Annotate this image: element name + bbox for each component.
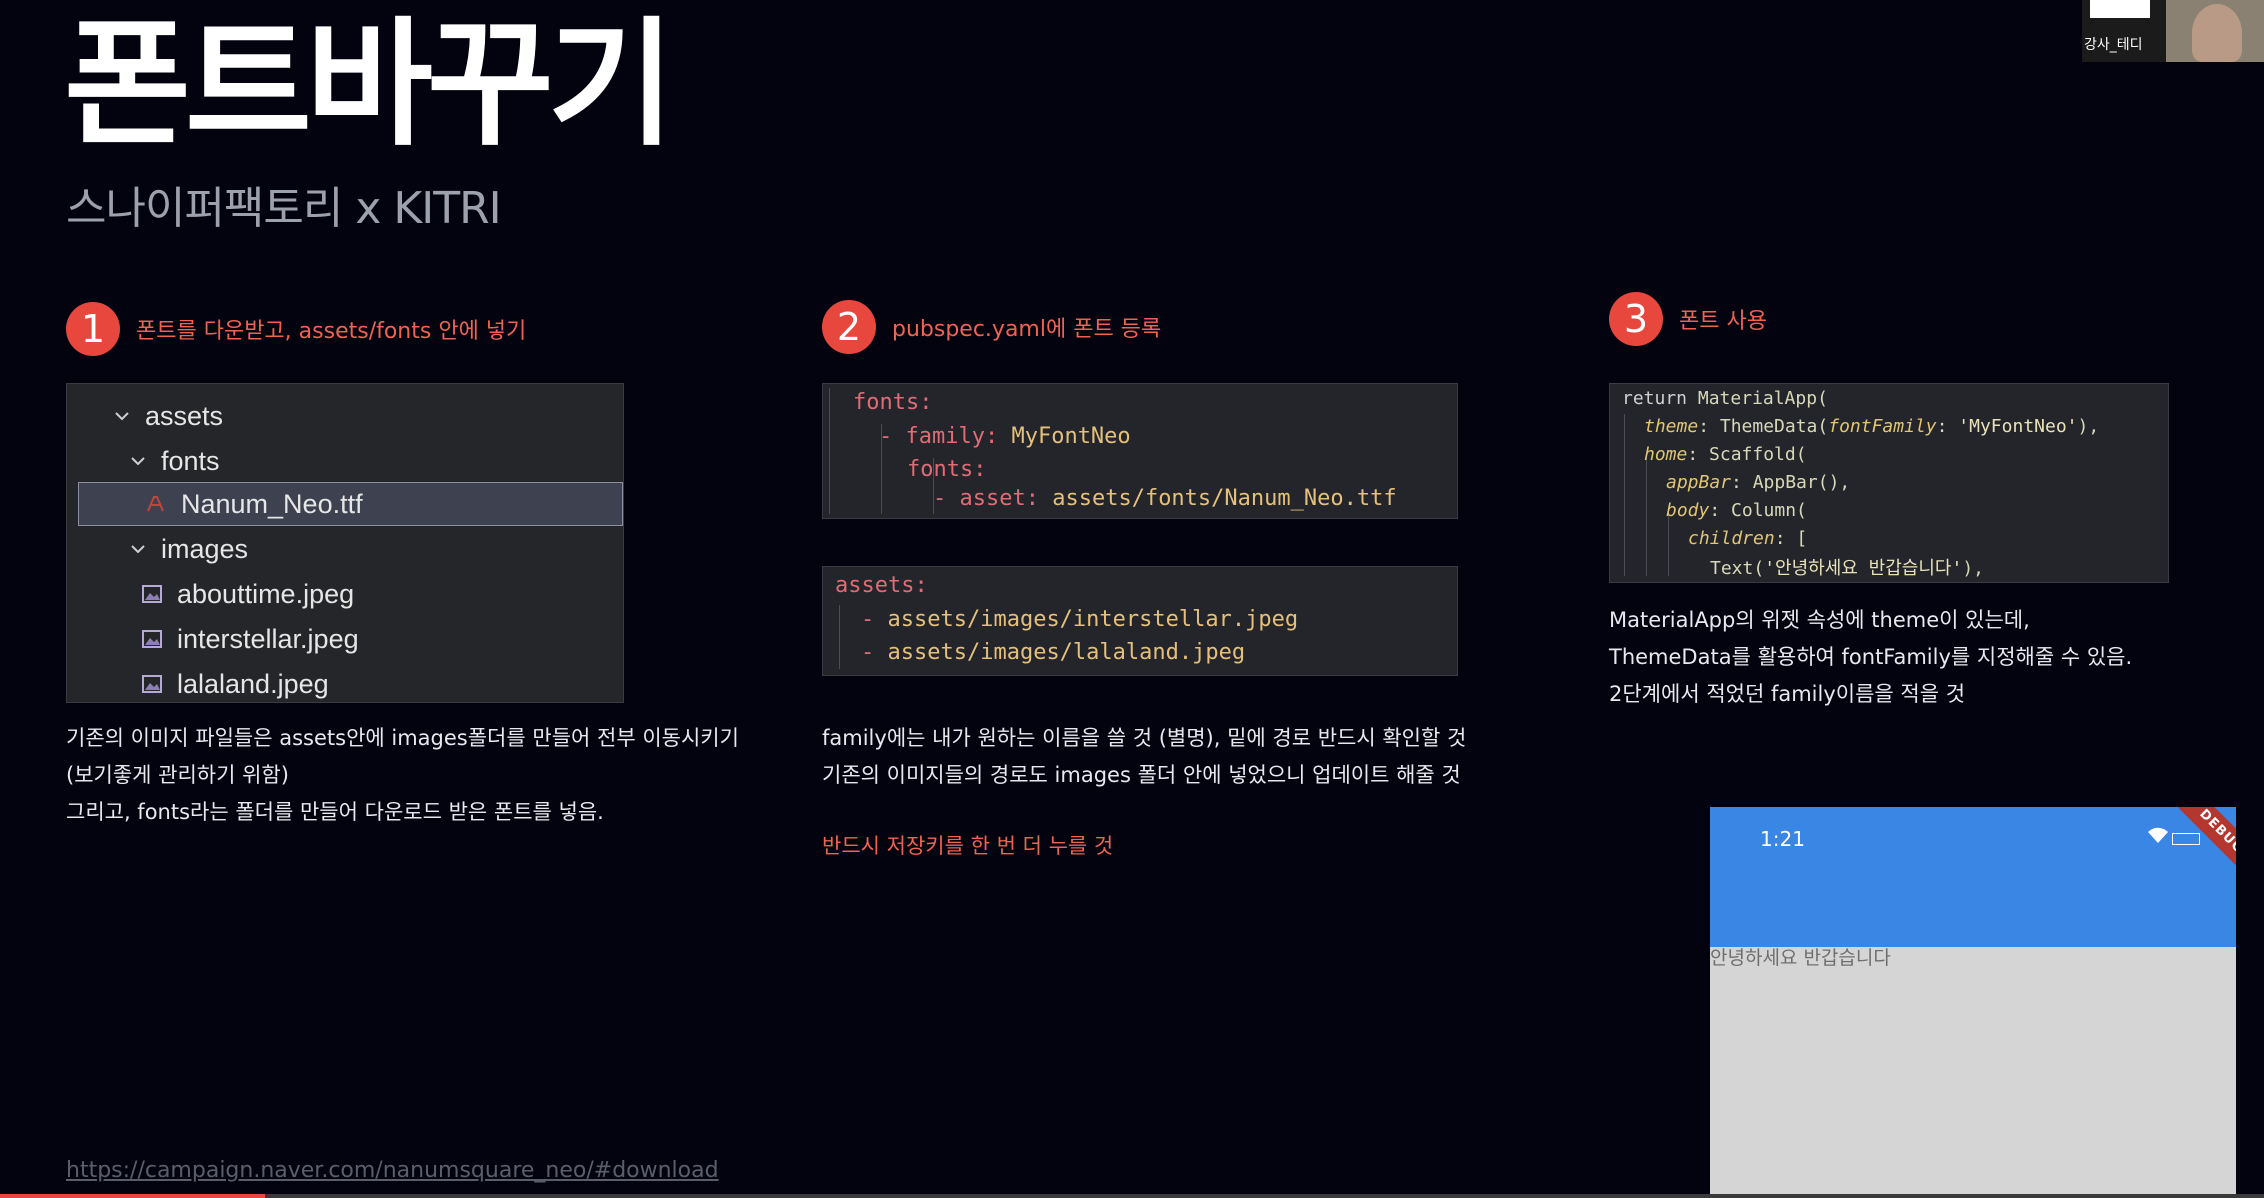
chevron-down-icon (115, 412, 129, 421)
tree-folder-images[interactable]: images (67, 527, 623, 571)
video-progress-fill (0, 1194, 265, 1198)
tree-file-image[interactable]: abouttime.jpeg (67, 572, 623, 616)
font-file-icon (147, 496, 164, 512)
code-text: ), (1962, 558, 1984, 579)
yaml-key: assets: (835, 573, 928, 598)
tree-item-label: assets (145, 400, 224, 431)
webcam-label: 강사_테디 (2084, 37, 2143, 53)
code-text: : Column( (1709, 500, 1807, 521)
yaml-key: fonts: (907, 457, 987, 482)
description-line: 기존의 이미지들의 경로도 images 폴더 안에 넣었으니 업데이트 해줄 … (822, 763, 1461, 787)
tree-folder-fonts[interactable]: fonts (67, 439, 623, 483)
code-key: fontFamily (1828, 416, 1937, 437)
code-text: ), (2077, 416, 2100, 437)
code-string: 'MyFontNeo' (1958, 416, 2078, 437)
app-body-text: 안녕하세요 반갑습니다 (1710, 947, 1891, 969)
page-subtitle: 스나이퍼팩토리 x KITRI (66, 183, 502, 234)
wifi-icon (2148, 827, 2168, 843)
page-title: 폰트바꾸기 (64, 4, 675, 165)
description-line: 그리고, fonts라는 폴더를 만들어 다운로드 받은 폰트를 넣음. (66, 800, 604, 824)
description-line: MaterialApp의 위젯 속성에 theme이 있는데, (1609, 608, 2030, 632)
step-2-header: 2 pubspec.yaml에 폰트 등록 (822, 300, 1161, 354)
code-text: : Scaffold( (1687, 444, 1807, 465)
yaml-key: asset: (959, 486, 1039, 511)
code-class: Text( (1710, 558, 1765, 579)
yaml-value: MyFontNeo (998, 424, 1131, 449)
step-1-header: 1 폰트를 다운받고, assets/fonts 안에 넣기 (66, 302, 526, 356)
tree-item-label: Nanum_Neo.ttf (181, 488, 363, 519)
image-file-icon (142, 630, 162, 648)
yaml-key: fonts: (853, 390, 933, 415)
description-line: (보기좋게 관리하기 위함) (66, 763, 289, 787)
step-title: 폰트 사용 (1679, 309, 1767, 334)
tree-folder-assets[interactable]: assets (67, 394, 623, 438)
tree-item-label: interstellar.jpeg (177, 623, 359, 654)
yaml-dash: - (861, 640, 888, 665)
image-file-icon (142, 675, 162, 693)
tree-file-font[interactable]: Nanum_Neo.ttf (78, 482, 623, 526)
chevron-down-icon (131, 457, 145, 466)
battery-icon (2172, 833, 2200, 845)
image-file-icon (142, 585, 162, 603)
description-line: 기존의 이미지 파일들은 assets안에 images폴더를 만들어 전부 이… (66, 726, 739, 750)
code-key: home (1644, 444, 1688, 465)
code-key: children (1688, 528, 1775, 549)
yaml-dash: - (879, 424, 906, 449)
phone-preview: 1:21 DEBUG 안녕하세요 반갑습니다 (1710, 807, 2236, 1198)
code-text: : AppBar(), (1731, 472, 1851, 493)
step-title: 폰트를 다운받고, assets/fonts 안에 넣기 (136, 319, 527, 344)
yaml-dash: - (933, 486, 960, 511)
chevron-down-icon (131, 545, 145, 554)
yaml-value: assets/images/interstellar.jpeg (887, 607, 1299, 632)
code-text: : ThemeData( (1698, 416, 1829, 437)
yaml-value: assets/fonts/Nanum_Neo.ttf (1038, 486, 1397, 511)
step-title: pubspec.yaml에 폰트 등록 (892, 317, 1162, 342)
tree-item-label: lalaland.jpeg (177, 668, 329, 699)
step-1-description: 기존의 이미지 파일들은 assets안에 images폴더를 만들어 전부 이… (66, 720, 739, 831)
code-block-assets: assets: - assets/images/interstellar.jpe… (822, 566, 1458, 676)
code-string: '안녕하세요 반갑습니다' (1764, 558, 1963, 579)
description-line: 2단계에서 적었던 family이름을 적을 것 (1609, 682, 1966, 706)
step-2-description: family에는 내가 원하는 이름을 쓸 것 (별명), 밑에 경로 반드시 … (822, 720, 1466, 794)
yaml-value: assets/images/lalaland.jpeg (887, 640, 1246, 665)
tree-item-label: fonts (161, 445, 220, 476)
tree-item-label: abouttime.jpeg (177, 578, 355, 609)
description-line: family에는 내가 원하는 이름을 쓸 것 (별명), 밑에 경로 반드시 … (822, 726, 1467, 750)
file-tree: assets fonts Nanum_Neo.ttf images aboutt… (66, 383, 624, 703)
step-number: 3 (1609, 292, 1663, 346)
code-key: appBar (1666, 472, 1732, 493)
code-text: : (1936, 416, 1959, 437)
yaml-dash: - (861, 607, 888, 632)
step-3-header: 3 폰트 사용 (1609, 292, 1767, 346)
tree-item-label: images (161, 533, 249, 564)
logo-shape (2090, 0, 2150, 18)
step-number: 1 (66, 302, 120, 356)
video-progress-track[interactable] (0, 1194, 2264, 1198)
code-key: body (1666, 500, 1710, 521)
yaml-key: family: (905, 424, 999, 449)
code-class: MaterialApp( (1697, 388, 1828, 409)
code-block-fonts: fonts: - family: MyFontNeo fonts: - asse… (822, 383, 1458, 519)
code-block-dart: return MaterialApp( theme: ThemeData(fon… (1609, 383, 2169, 583)
code-key: theme (1644, 416, 1699, 437)
webcam-overlay: 강사_테디 (2082, 0, 2264, 62)
step-number: 2 (822, 300, 876, 354)
status-bar-time: 1:21 (1760, 827, 1805, 851)
download-link[interactable]: https://campaign.naver.com/nanumsquare_n… (66, 1158, 719, 1183)
step-3-description: MaterialApp의 위젯 속성에 theme이 있는데, ThemeDat… (1609, 602, 2132, 713)
code-keyword: return (1622, 388, 1698, 409)
tree-file-image[interactable]: interstellar.jpeg (67, 617, 623, 661)
tree-file-image[interactable]: lalaland.jpeg (67, 662, 623, 706)
warning-text: 반드시 저장키를 한 번 더 누를 것 (822, 834, 1114, 858)
description-line: ThemeData를 활용하여 fontFamily를 지정해줄 수 있음. (1609, 645, 2133, 669)
code-text: : [ (1774, 528, 1808, 549)
